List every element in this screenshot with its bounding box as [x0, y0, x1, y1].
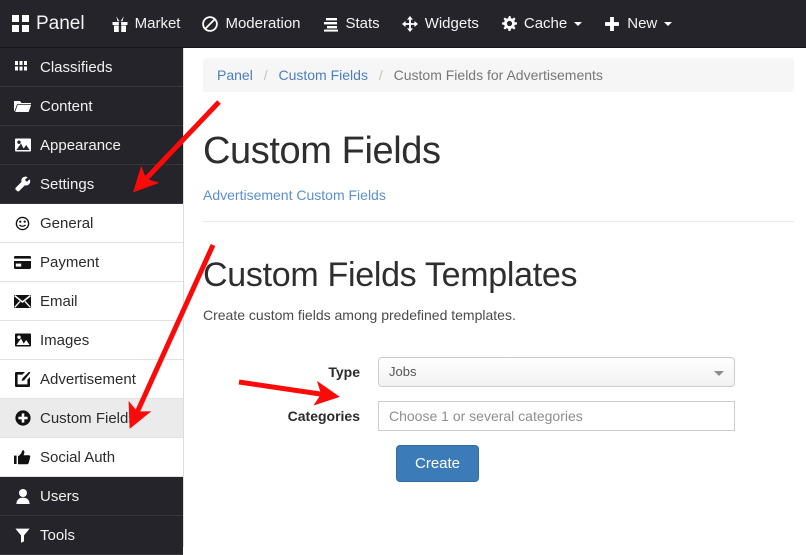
advertisement-custom-fields-link[interactable]: Advertisement Custom Fields [203, 187, 386, 203]
nav-item-label: Market [134, 15, 181, 32]
sidebar-item-label: Email [40, 292, 78, 310]
nav-brand-panel[interactable]: Panel [0, 0, 101, 48]
nav-item-label: New [627, 15, 658, 32]
sidebar-item-label: Appearance [40, 136, 121, 154]
nav-brand-label: Panel [36, 12, 85, 34]
sidebar-item-email[interactable]: Email [0, 282, 183, 321]
breadcrumb-link-custom-fields[interactable]: Custom Fields [278, 67, 367, 83]
sidebar-item-images[interactable]: Images [0, 321, 183, 360]
top-navbar: Panel Market Moderation Stats Widgets Ca… [0, 0, 806, 48]
nav-item-new[interactable]: New [593, 0, 683, 48]
sidebar-item-general[interactable]: General [0, 204, 183, 243]
nav-item-label: Stats [345, 15, 380, 32]
sidebar-item-social-auth[interactable]: Social Auth [0, 438, 183, 477]
plus-circle-icon [12, 410, 33, 426]
sidebar-item-label: Social Auth [40, 448, 116, 466]
main-content: Panel / Custom Fields / Custom Fields fo… [185, 48, 806, 547]
nav-item-market[interactable]: Market [101, 0, 192, 48]
user-icon [12, 488, 33, 504]
wrench-icon [12, 176, 33, 192]
chevron-down-icon [664, 21, 673, 26]
funnel-icon [12, 528, 33, 543]
type-select-value: Jobs [389, 364, 417, 379]
categories-input[interactable] [378, 401, 735, 431]
section-title: Custom Fields Templates [203, 256, 578, 294]
form-row-submit: Create [185, 445, 806, 482]
type-select[interactable]: Jobs [378, 357, 735, 387]
section-divider [203, 221, 794, 222]
thumbs-up-icon [12, 449, 33, 465]
grid-small-icon [12, 60, 33, 75]
sidebar-item-payment[interactable]: Payment [0, 243, 183, 282]
plus-icon [604, 16, 620, 32]
nav-item-label: Widgets [424, 15, 479, 32]
sidebar-item-label: Content [40, 97, 93, 115]
sidebar-item-label: Tools [40, 526, 76, 544]
gear-icon [501, 15, 517, 32]
image-icon [12, 138, 33, 152]
sidebar-item-label: Custom Fields [40, 409, 136, 427]
sidebar-item-advertisement[interactable]: Advertisement [0, 360, 183, 399]
bar-chart-icon [323, 16, 339, 32]
credit-card-icon [12, 255, 33, 269]
chevron-down-icon [714, 371, 724, 376]
categories-label: Categories [287, 408, 360, 424]
sidebar-item-label: Payment [40, 253, 100, 271]
breadcrumb: Panel / Custom Fields / Custom Fields fo… [203, 58, 794, 92]
section-description: Create custom fields among predefined te… [203, 307, 516, 323]
sidebar-item-label: Classifieds [40, 58, 113, 76]
type-label: Type [328, 364, 360, 380]
sidebar-item-label: Settings [40, 175, 95, 193]
nav-item-moderation[interactable]: Moderation [191, 0, 311, 48]
breadcrumb-current: Custom Fields for Advertisements [393, 67, 603, 83]
envelope-icon [12, 294, 33, 308]
sidebar-item-settings[interactable]: Settings [0, 165, 183, 204]
image-icon [12, 333, 33, 347]
page-title: Custom Fields [203, 130, 441, 172]
nav-item-label: Moderation [225, 15, 301, 32]
nav-item-stats[interactable]: Stats [312, 0, 391, 48]
clock-icon [12, 216, 33, 231]
form-row-categories: Categories [185, 401, 806, 431]
chevron-down-icon [574, 21, 583, 26]
sidebar-item-label: Users [40, 487, 80, 505]
sidebar-item-appearance[interactable]: Appearance [0, 126, 183, 165]
sidebar-item-tools[interactable]: Tools [0, 516, 183, 555]
edit-square-icon [12, 371, 33, 387]
create-custom-field-form: Type Jobs Categories Create [185, 357, 806, 482]
sidebar-item-label: Images [40, 331, 90, 349]
gift-icon [112, 15, 128, 32]
sidebar-item-classifieds[interactable]: Classifieds [0, 48, 183, 87]
sidebar-item-content[interactable]: Content [0, 87, 183, 126]
move-arrows-icon [401, 15, 418, 32]
form-row-type: Type Jobs [185, 357, 806, 387]
breadcrumb-link-panel[interactable]: Panel [217, 67, 253, 83]
sidebar-item-label: General [40, 214, 94, 232]
sidebar-item-users[interactable]: Users [0, 477, 183, 516]
sidebar: Classifieds Content Appearance Settings … [0, 48, 184, 555]
ban-icon [202, 15, 219, 32]
nav-item-label: Cache [523, 15, 568, 32]
sidebar-item-label: Advertisement [40, 370, 136, 388]
folder-icon [12, 99, 33, 113]
nav-item-widgets[interactable]: Widgets [391, 0, 490, 48]
breadcrumb-separator: / [263, 67, 268, 83]
breadcrumb-separator: / [378, 67, 383, 83]
sidebar-item-custom-fields[interactable]: Custom Fields [0, 399, 183, 438]
grid-icon [12, 15, 29, 32]
create-button[interactable]: Create [396, 445, 480, 482]
nav-item-cache[interactable]: Cache [490, 0, 593, 48]
